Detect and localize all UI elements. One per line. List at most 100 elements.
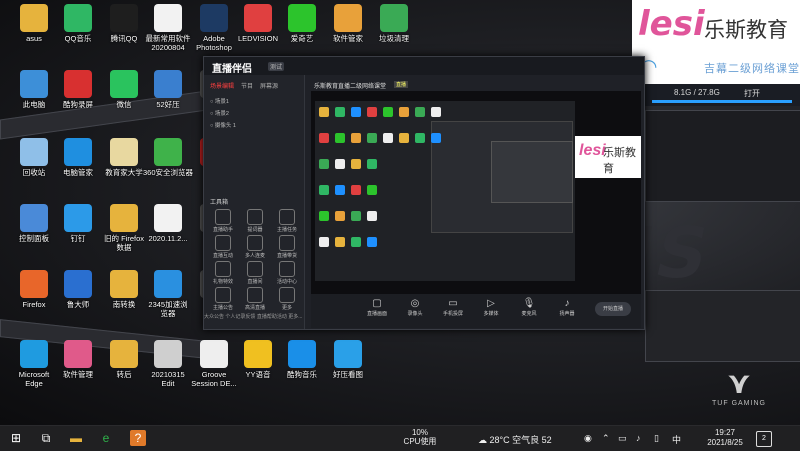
network-icon[interactable]: ▭ [618, 433, 627, 444]
desktop-icon[interactable]: 2020.11.2... [142, 204, 194, 243]
toolbox-item[interactable]: 直播带货 [272, 235, 302, 259]
ludashi-icon [64, 270, 92, 298]
desktop-icon[interactable]: 爱奇艺 [276, 4, 328, 43]
live-badge: 直播 [394, 81, 409, 88]
cpu-percent: 10% [411, 428, 428, 437]
task-view-icon[interactable]: ⧉ [38, 430, 54, 446]
toolbox-item[interactable]: 多人连麦 [240, 235, 270, 259]
preview-icon [431, 133, 441, 143]
tab-scene-edit[interactable]: 场景编辑 [210, 81, 234, 90]
control-button[interactable]: ▭ 手机投屏 [437, 298, 469, 317]
preview-logo: lesi [579, 142, 606, 159]
battery-icon[interactable]: ▯ [654, 433, 659, 444]
desktop-icon[interactable]: 软件管理 [52, 340, 104, 379]
toolbox-item[interactable]: 主播任务 [272, 209, 302, 233]
running-app-icon[interactable]: ? [130, 430, 146, 446]
weather-widget[interactable]: ☁ 28°C 空气良 52 [478, 433, 552, 446]
app-titlebar[interactable]: 直播伴侣 测试 [204, 57, 644, 75]
preview-icon [319, 107, 329, 117]
desktop-icon[interactable]: 垃圾清理 [368, 4, 420, 43]
footer-link[interactable]: 更多... [288, 314, 302, 320]
desktop-icon[interactable]: 酷狗音乐 [276, 340, 328, 379]
source-label: 场景1 [214, 99, 229, 105]
start-live-button[interactable]: 开始直播 [595, 302, 631, 316]
control-icon: ▭ [448, 298, 458, 309]
qqmusic-icon [64, 4, 92, 32]
toolbox-item[interactable]: 直播间 [240, 261, 270, 285]
desktop-icon[interactable]: 好压看图 [322, 340, 374, 379]
chevron-up-icon[interactable]: ⌃ [602, 433, 610, 444]
preview-icon [367, 211, 377, 221]
control-panel-icon [20, 204, 48, 232]
desktop-icon[interactable]: 电脑管家 [52, 138, 104, 177]
notification-center-icon[interactable]: 2 [756, 431, 772, 447]
footer-link[interactable]: 个人记录反馈 [225, 314, 255, 320]
desktop-icon[interactable]: 酷狗录屏 [52, 70, 104, 109]
browser-icon[interactable]: e [98, 430, 114, 446]
trash-clean-icon [380, 4, 408, 32]
control-label: 麦克风 [521, 311, 537, 317]
live-companion-window[interactable]: 直播伴侣 测试 乐斯教育直播二级网络课堂 直播 场景编辑 节目 屏幕源 ○ 场景… [203, 56, 645, 330]
yy-icon [244, 340, 272, 368]
source-item[interactable]: ○ 场景2 [210, 109, 229, 117]
preview-icon [319, 237, 329, 247]
tab-program[interactable]: 节目 [241, 81, 253, 90]
ime-indicator[interactable]: 中 [672, 433, 681, 446]
volume-icon[interactable]: ♪ [636, 433, 641, 443]
screen-record-icon [64, 70, 92, 98]
tool-icon [279, 287, 295, 303]
watermark-name: 乐斯教育 [704, 19, 788, 42]
preview-icon [431, 107, 441, 117]
toolbox-item-label: 直播助手 [212, 227, 233, 233]
open-button[interactable]: 打开 [744, 88, 760, 99]
lesi-watermark: lesi 乐斯教育 ◠ 吉幕二级网络课堂 [632, 0, 800, 84]
clock[interactable]: 19:27 2021/8/25 [700, 428, 750, 448]
toolbox-item[interactable]: 更多 [272, 287, 302, 311]
toolbox-item[interactable]: 直播互动 [208, 235, 238, 259]
preview-icon [319, 133, 329, 143]
folder-icon [110, 340, 138, 368]
footer-link[interactable]: 直播帮助活动 [257, 314, 287, 320]
desktop-icon[interactable]: QQ音乐 [52, 4, 104, 43]
wechat-tray-icon[interactable]: ◉ [584, 433, 592, 444]
preview-icon [335, 159, 345, 169]
recycle-bin-icon [20, 138, 48, 166]
control-button[interactable]: ♪ 扬声器 [551, 298, 583, 317]
toolbox-item-label: 礼物特效 [212, 279, 233, 285]
control-button[interactable]: ▷ 多媒体 [475, 298, 507, 317]
source-item[interactable]: ○ 场景1 [210, 97, 229, 105]
preview-icon [351, 237, 361, 247]
desktop-icon[interactable]: 52好压 [142, 70, 194, 109]
toolbox-item[interactable]: 直播助手 [208, 209, 238, 233]
desktop-icon[interactable]: 2345加速浏 览器 [142, 270, 194, 318]
desktop-icon-label: 酷狗音乐 [287, 370, 317, 379]
desktop-icon[interactable]: 软件管家 [322, 4, 374, 43]
desktop-icon[interactable]: 360安全浏览器 [142, 138, 194, 177]
version-badge: 测试 [268, 62, 285, 71]
preview-icon [335, 237, 345, 247]
desktop-icon[interactable]: 鲁大师 [52, 270, 104, 309]
toolbox-item-label: 直播间 [247, 279, 263, 285]
software-manager-icon [334, 4, 362, 32]
control-button[interactable]: 🎙 麦克风 [513, 298, 545, 317]
control-button[interactable]: ▢ 直播画面 [361, 298, 393, 317]
preview-canvas[interactable]: lesi 乐斯教育 [311, 91, 641, 294]
tab-screen-source[interactable]: 屏幕源 [260, 81, 278, 90]
desktop-icon-label: 软件管家 [333, 34, 363, 43]
file-explorer-icon[interactable]: ▬ [68, 430, 84, 446]
toolbox-item[interactable]: 主播公告 [208, 287, 238, 311]
toolbox-item[interactable]: 提词器 [240, 209, 270, 233]
source-item[interactable]: ○ 摄像头 1 [210, 121, 236, 129]
windows-start-icon[interactable]: ⊞ [8, 430, 24, 446]
toolbox-item[interactable]: 活动中心 [272, 261, 302, 285]
desktop-icon[interactable]: 最新常用软件 20200804 [142, 4, 194, 52]
preview-icon [367, 133, 377, 143]
desktop-icon[interactable]: 20210315 Edit [142, 340, 194, 388]
desktop-icon[interactable]: 钉钉 [52, 204, 104, 243]
wallpaper-panel [645, 110, 800, 202]
wifi-icon: ◠ [640, 56, 658, 78]
toolbox-item[interactable]: 高清直播 [240, 287, 270, 311]
control-button[interactable]: ◎ 录像头 [399, 298, 431, 317]
toolbox-item[interactable]: 礼物特效 [208, 261, 238, 285]
footer-link[interactable]: 大众公告 [204, 314, 224, 320]
